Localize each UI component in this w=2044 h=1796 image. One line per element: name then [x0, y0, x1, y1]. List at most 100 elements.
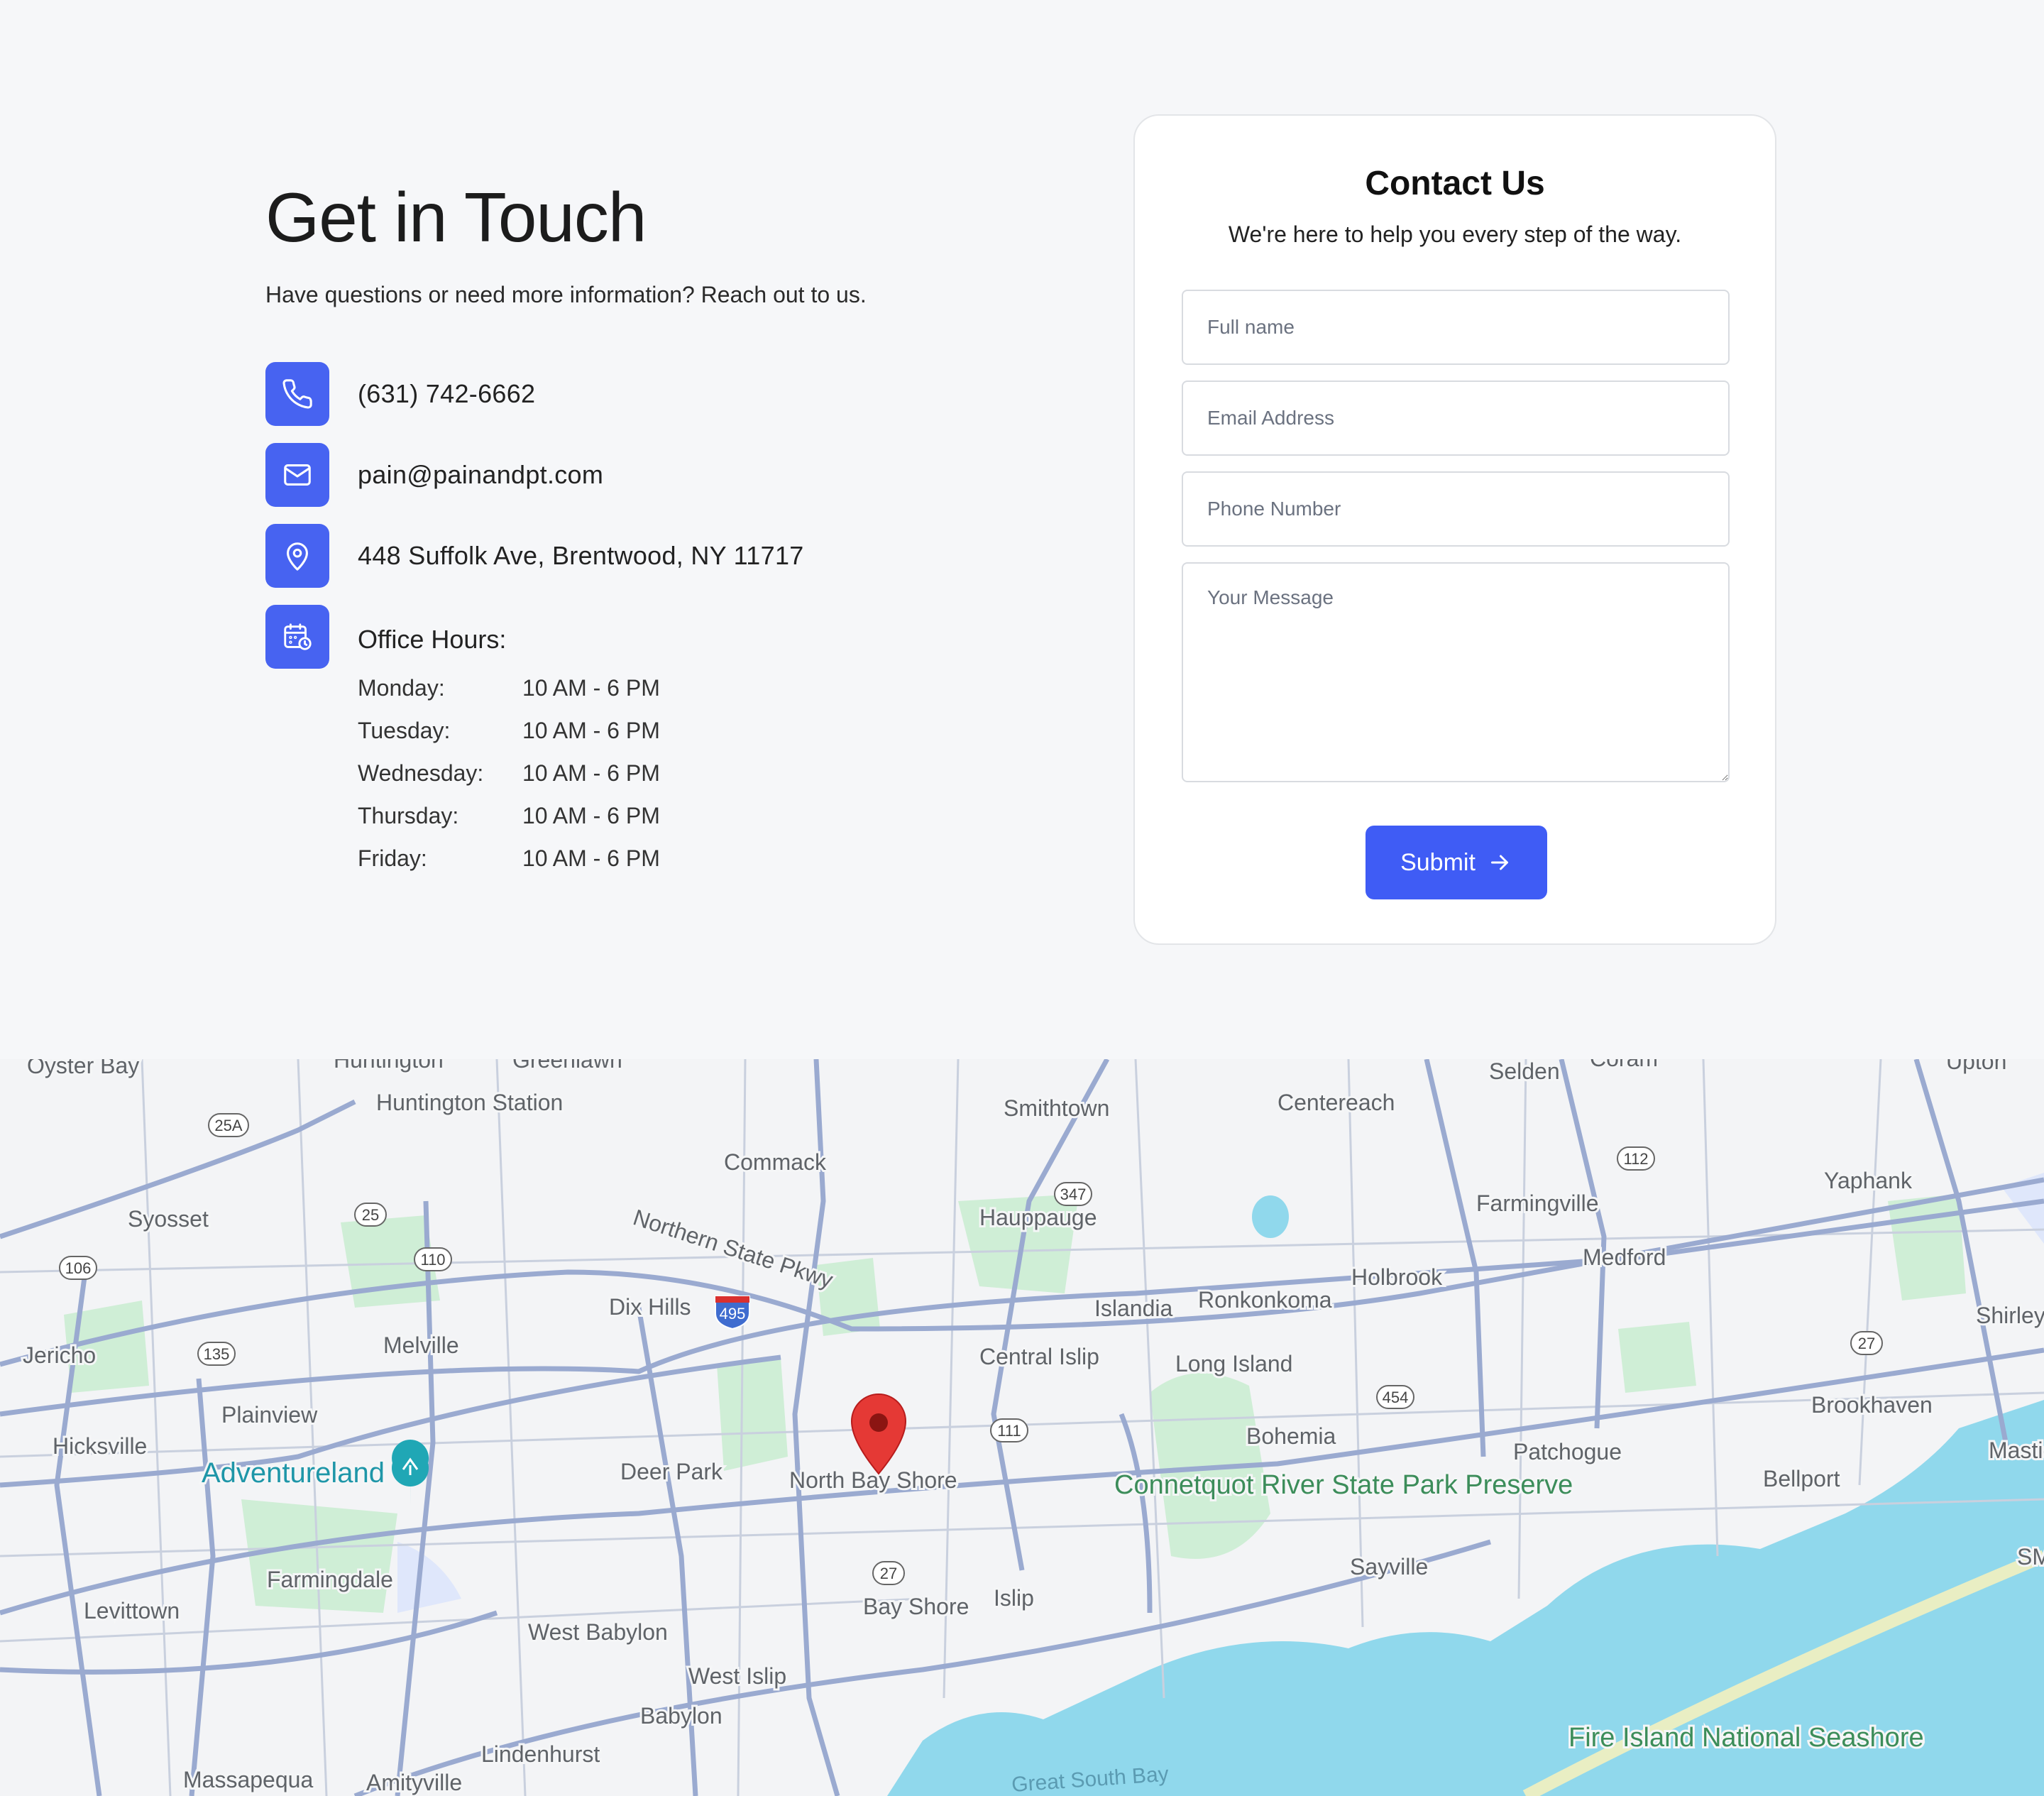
office-hours-row: Office Hours: Monday: 10 AM - 6 PM Tuesda…	[265, 604, 1046, 880]
hours-day: Tuesday:	[358, 718, 451, 744]
route-shield-label: 111	[997, 1422, 1021, 1440]
message-textarea[interactable]	[1182, 562, 1730, 782]
map-place-label: Ronkonkoma	[1198, 1287, 1332, 1313]
submit-button[interactable]: Submit	[1366, 826, 1547, 899]
map-place-label: Farmingville	[1476, 1190, 1598, 1216]
hours-row: Friday: 10 AM - 6 PM	[358, 838, 660, 880]
office-hours-table: Monday: 10 AM - 6 PM Tuesday: 10 AM - 6 PM…	[358, 667, 660, 880]
map-place-label: North Bay Shore	[789, 1467, 957, 1493]
map-place-label: Farmingdale	[267, 1567, 393, 1592]
map-place-label: Islandia	[1094, 1296, 1173, 1321]
hours-time: 10 AM - 6 PM	[522, 845, 660, 872]
map-place-label: Selden	[1489, 1059, 1560, 1084]
hours-time: 10 AM - 6 PM	[522, 718, 660, 744]
office-hours: Office Hours: Monday: 10 AM - 6 PM Tuesda…	[358, 605, 660, 880]
map-place-label: Oyster Bay	[27, 1059, 139, 1078]
contact-form-card: Contact Us We're here to help you every …	[1133, 114, 1776, 945]
route-shield-label: 112	[1623, 1150, 1648, 1168]
phone-icon	[265, 361, 329, 426]
contact-address-row: 448 Suffolk Ave, Brentwood, NY 11717	[265, 523, 1046, 588]
map-place-label: Levittown	[84, 1598, 180, 1623]
map-place-label: Sayville	[1350, 1554, 1428, 1579]
map-place-label: West Babylon	[528, 1619, 668, 1645]
map-place-label: Mastic	[1989, 1438, 2044, 1463]
calendar-clock-icon	[265, 604, 329, 669]
mail-icon	[265, 442, 329, 507]
arrow-right-icon	[1490, 855, 1508, 870]
map-place-label: Centereach	[1278, 1090, 1395, 1115]
map-place-label: Massapequa	[183, 1767, 313, 1792]
map-park-label: Fire Island National Seashore	[1568, 1723, 1924, 1753]
attraction-marker[interactable]	[392, 1440, 429, 1506]
map-place-label: West Islip	[688, 1663, 786, 1689]
contact-form-subtitle: We're here to help you every step of the…	[1228, 221, 1682, 247]
contact-email-row: pain@painandpt.com	[265, 442, 1046, 507]
map-place-label: Lindenhurst	[481, 1741, 600, 1767]
map-place-label: Patchogue	[1513, 1439, 1622, 1464]
route-shield-label: 27	[1858, 1335, 1875, 1352]
route-shield-label: 110	[420, 1251, 445, 1269]
map-place-label: Yaphank	[1824, 1168, 1913, 1193]
contact-form-title: Contact Us	[1365, 165, 1545, 202]
map-place-label: Bohemia	[1246, 1423, 1336, 1449]
hours-row: Tuesday: 10 AM - 6 PM	[358, 710, 660, 752]
route-shield-label: 495	[720, 1305, 746, 1323]
route-shield-label: 25	[362, 1206, 379, 1224]
map-place-label: Long Island	[1175, 1351, 1292, 1376]
map-place-label: Jericho	[23, 1342, 96, 1368]
map-place-label: Bay Shore	[863, 1594, 969, 1619]
route-shield-label: 454	[1383, 1389, 1409, 1406]
map-place-label: Bellport	[1763, 1466, 1840, 1491]
contact-email[interactable]: pain@painandpt.com	[358, 460, 603, 490]
map-place-label: Commack	[724, 1149, 827, 1175]
hours-row: Wednesday: 10 AM - 6 PM	[358, 752, 660, 795]
full-name-input[interactable]	[1182, 290, 1730, 365]
contact-section: Get in Touch Have questions or need more…	[0, 0, 2044, 1059]
hours-day: Thursday:	[358, 803, 459, 829]
contact-list: (631) 742-6662 pain@painandpt.com 448 Su…	[265, 361, 1046, 880]
map-place-label: Central Islip	[979, 1344, 1099, 1369]
map-place-label: Holbrook	[1351, 1264, 1443, 1290]
hours-time: 10 AM - 6 PM	[522, 675, 660, 701]
contact-phone-row: (631) 742-6662	[265, 361, 1046, 426]
hours-day: Friday:	[358, 845, 427, 872]
get-in-touch-column: Get in Touch Have questions or need more…	[265, 177, 1046, 880]
route-shield-label: 135	[204, 1345, 230, 1363]
map-canvas[interactable]: 25A 25 106 110 135 495 111 347 112 27 45…	[0, 1059, 2044, 1796]
map-attraction-label: Adventureland	[202, 1457, 385, 1489]
route-shield-label: 347	[1060, 1186, 1087, 1203]
email-input[interactable]	[1182, 380, 1730, 456]
map-embed[interactable]: 25A 25 106 110 135 495 111 347 112 27 45…	[0, 1059, 2044, 1796]
map-pin-icon	[265, 523, 329, 588]
contact-phone[interactable]: (631) 742-6662	[358, 379, 535, 409]
map-place-label: Islip	[994, 1585, 1034, 1611]
route-shield-label: 106	[65, 1259, 92, 1277]
route-shield-label: 27	[880, 1565, 897, 1582]
map-place-label: Huntington	[334, 1059, 444, 1073]
map-place-label: Coram	[1590, 1059, 1658, 1071]
contact-address[interactable]: 448 Suffolk Ave, Brentwood, NY 11717	[358, 541, 804, 571]
hours-day: Wednesday:	[358, 760, 484, 787]
hours-row: Monday: 10 AM - 6 PM	[358, 667, 660, 710]
map-place-label: Babylon	[640, 1703, 722, 1729]
hours-time: 10 AM - 6 PM	[522, 803, 660, 829]
map-place-label: Syosset	[128, 1206, 209, 1232]
hours-time: 10 AM - 6 PM	[522, 760, 660, 787]
map-place-label: Deer Park	[620, 1459, 723, 1484]
submit-label: Submit	[1400, 848, 1476, 876]
hours-day: Monday:	[358, 675, 445, 701]
map-place-label: Hicksville	[53, 1433, 147, 1459]
page-subtitle: Have questions or need more information?…	[265, 281, 867, 307]
map-place-label: Smithtown	[1004, 1095, 1109, 1121]
route-shield-label: 25A	[214, 1117, 242, 1134]
map-place-label: Amityville	[366, 1770, 462, 1795]
map-place-label: Hauppauge	[979, 1205, 1097, 1230]
office-hours-title: Office Hours:	[358, 624, 507, 654]
map-place-label: Upton	[1946, 1059, 2006, 1074]
phone-input[interactable]	[1182, 471, 1730, 547]
location-pin-icon[interactable]	[850, 1393, 907, 1475]
page-title: Get in Touch	[265, 178, 647, 256]
map-place-label: Dix Hills	[609, 1294, 691, 1320]
map-place-label: Brookhaven	[1811, 1392, 1933, 1418]
hours-row: Thursday: 10 AM - 6 PM	[358, 795, 660, 838]
